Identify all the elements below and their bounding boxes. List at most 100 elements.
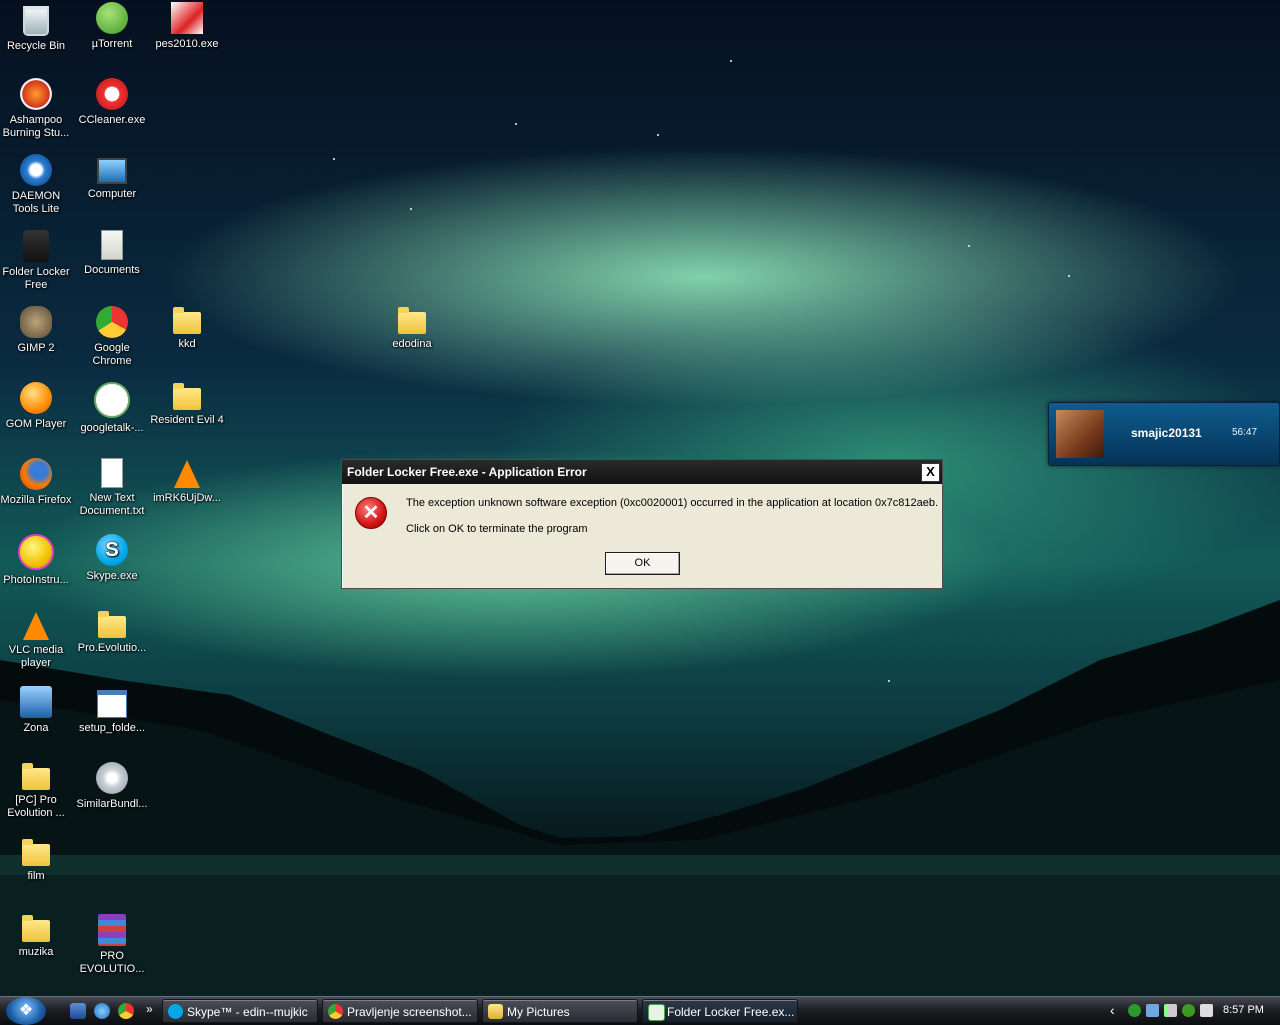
notification-username: smajic20131 — [1131, 426, 1202, 440]
desktop-icon-googletalk[interactable]: googletalk-... — [74, 382, 150, 435]
desktop-icon-pro-evolutio-folder[interactable]: Pro.Evolutio... — [74, 610, 150, 655]
desktop-icon-gom-player[interactable]: GOM Player — [0, 382, 74, 431]
star — [410, 208, 412, 210]
taskbar-item-skype[interactable]: Skype™ - edin--mujkic — [162, 999, 318, 1023]
dialog-title: Folder Locker Free.exe - Application Err… — [347, 465, 587, 479]
ok-button[interactable]: OK — [605, 552, 680, 575]
desktop-icon-zona[interactable]: Zona — [0, 686, 74, 735]
photoinstrument-icon — [18, 534, 54, 570]
desktop-icon-new-text-document[interactable]: New Text Document.txt — [74, 458, 150, 518]
desktop-icon-pc-pro-evolution[interactable]: [PC] Pro Evolution ... — [0, 762, 74, 820]
notification-time: 56:47 — [1232, 427, 1258, 438]
recycle-bin-icon — [23, 6, 49, 36]
mountain-lake-scenery — [0, 600, 1280, 1000]
desktop-icon-setup-folder[interactable]: setup_folde... — [74, 686, 150, 735]
desktop-icon-skype[interactable]: S Skype.exe — [74, 534, 150, 583]
show-desktop-icon[interactable] — [70, 1003, 86, 1019]
desktop-icon-utorrent[interactable]: µTorrent — [74, 2, 150, 51]
tray-expand-arrow[interactable]: ‹ — [1110, 1002, 1115, 1018]
avatar — [1056, 410, 1104, 458]
dialog-titlebar[interactable]: Folder Locker Free.exe - Application Err… — [342, 460, 942, 484]
taskbar-item-chrome[interactable]: Pravljenje screenshot... — [322, 999, 478, 1023]
vlc-file-icon — [174, 460, 200, 488]
desktop-icon-google-chrome[interactable]: Google Chrome — [74, 306, 150, 368]
desktop-icon-edodina[interactable]: edodina — [374, 306, 450, 351]
chrome-icon — [328, 1004, 343, 1019]
desktop-icon-gimp[interactable]: GIMP 2 — [0, 306, 74, 355]
star — [730, 60, 732, 62]
ccleaner-icon — [96, 78, 128, 110]
application-error-dialog: Folder Locker Free.exe - Application Err… — [341, 459, 943, 589]
tray-network-icon[interactable] — [1146, 1004, 1159, 1017]
desktop-icon-vlc[interactable]: VLC media player — [0, 610, 74, 670]
desktop-icon-computer[interactable]: Computer — [74, 154, 150, 201]
quick-launch-more[interactable]: » — [146, 1002, 153, 1016]
error-icon: ✕ — [355, 497, 387, 529]
desktop-icon-folder-locker[interactable]: Folder Locker Free — [0, 230, 74, 292]
vlc-icon — [23, 612, 49, 640]
internet-explorer-icon[interactable] — [94, 1003, 110, 1019]
skype-contact-notification[interactable]: smajic20131 56:47 — [1048, 402, 1280, 466]
star — [515, 123, 517, 125]
folder-icon — [22, 839, 50, 866]
tray-utorrent-icon[interactable] — [1182, 1004, 1195, 1017]
error-instruction: Click on OK to terminate the program — [406, 523, 588, 535]
desktop-icon-recycle-bin[interactable]: Recycle Bin — [0, 2, 74, 53]
utorrent-icon — [96, 2, 128, 34]
computer-icon — [97, 158, 127, 184]
setup-window-icon — [97, 690, 127, 718]
desktop-icon-firefox[interactable]: Mozilla Firefox — [0, 458, 74, 507]
gimp-icon — [20, 306, 52, 338]
daemon-tools-icon — [20, 154, 52, 186]
taskbar-item-folder-locker[interactable]: Folder Locker Free.ex... — [642, 999, 798, 1023]
chrome-icon[interactable] — [118, 1003, 134, 1019]
taskbar-item-my-pictures[interactable]: My Pictures — [482, 999, 638, 1023]
close-button[interactable]: X — [921, 463, 940, 482]
taskbar: ❖ » Skype™ - edin--mujkic Pravljenje scr… — [0, 996, 1280, 1025]
desktop-icon-ccleaner[interactable]: CCleaner.exe — [74, 78, 150, 127]
firefox-icon — [20, 458, 52, 490]
clock[interactable]: 8:57 PM — [1223, 1004, 1264, 1016]
folder-icon — [98, 611, 126, 638]
folder-locker-icon — [23, 230, 49, 262]
desktop-icon-pro-evolutio-rar[interactable]: PRO EVOLUTIO... — [74, 914, 150, 976]
tray-shield-icon[interactable] — [1128, 1004, 1141, 1017]
zona-icon — [20, 686, 52, 718]
error-message: The exception unknown software exception… — [406, 497, 939, 509]
pes2010-icon — [171, 2, 203, 34]
desktop-icon-daemon-tools[interactable]: DAEMON Tools Lite — [0, 154, 74, 216]
folder-window-icon — [488, 1004, 503, 1019]
folder-icon — [173, 307, 201, 334]
star — [888, 680, 890, 682]
folder-icon — [22, 763, 50, 790]
gom-player-icon — [20, 382, 52, 414]
desktop-icon-photoinstrument[interactable]: PhotoInstru... — [0, 534, 74, 587]
winrar-icon — [98, 914, 126, 946]
star — [657, 134, 659, 136]
star — [968, 245, 970, 247]
star — [333, 158, 335, 160]
documents-icon — [101, 230, 123, 260]
desktop-icon-film[interactable]: film — [0, 838, 74, 883]
text-document-icon — [101, 458, 123, 488]
installer-disc-icon — [96, 762, 128, 794]
tray-volume-icon[interactable] — [1200, 1004, 1213, 1017]
tray-signal-icon[interactable] — [1164, 1004, 1177, 1017]
skype-icon: S — [96, 534, 128, 566]
folder-icon — [22, 915, 50, 942]
desktop-icon-ashampoo[interactable]: Ashampoo Burning Stu... — [0, 78, 74, 140]
folder-icon — [398, 307, 426, 334]
chrome-icon — [96, 306, 128, 338]
app-window-icon — [648, 1004, 665, 1021]
desktop-icon-imrk6ujdw[interactable]: imRK6UjDw... — [149, 458, 225, 505]
ashampoo-icon — [20, 78, 52, 110]
skype-icon — [168, 1004, 183, 1019]
folder-icon — [173, 383, 201, 410]
desktop-icon-resident-evil[interactable]: Resident Evil 4 — [149, 382, 225, 427]
desktop-icon-documents[interactable]: Documents — [74, 230, 150, 277]
desktop-icon-similarbundle[interactable]: SimilarBundl... — [74, 762, 150, 811]
desktop-icon-muzika[interactable]: muzika — [0, 914, 74, 959]
desktop-icon-kkd[interactable]: kkd — [149, 306, 225, 351]
desktop-icon-pes2010[interactable]: pes2010.exe — [149, 2, 225, 51]
start-button[interactable]: ❖ — [6, 997, 46, 1025]
